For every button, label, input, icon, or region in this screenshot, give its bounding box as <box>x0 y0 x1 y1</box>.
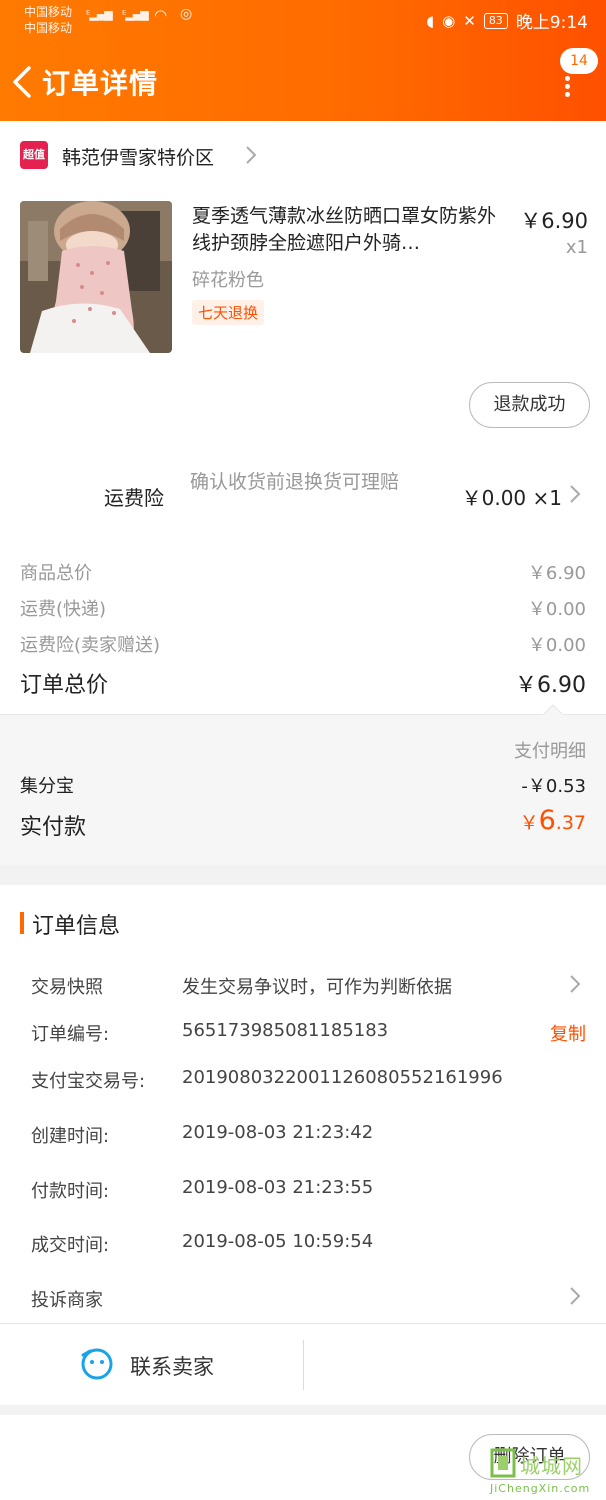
shipping-insurance-row: 运费险(卖家赠送) ￥0.00 <box>20 631 586 657</box>
chevron-right-icon <box>246 146 257 164</box>
insurance-price: ￥0.00 ×1 <box>461 486 562 510</box>
carrier-2: 中国移动 <box>24 21 73 35</box>
goods-total-row: 商品总价 ￥6.90 <box>20 559 586 585</box>
alipay-label: 支付宝交易号: <box>31 1071 146 1092</box>
order-number-value: 565173985081185183 <box>182 1020 389 1041</box>
complain-label: 投诉商家 <box>31 1290 103 1311</box>
section-accent-bar <box>20 912 24 934</box>
goods-total-value: ￥6.90 <box>527 563 586 584</box>
snapshot-value: 发生交易争议时，可作为判断依据 <box>182 977 452 998</box>
order-total-value: ￥6.90 <box>515 673 586 698</box>
shipping-row: 运费(快递) ￥0.00 <box>20 595 586 621</box>
eye-icon: ◉ <box>442 11 456 30</box>
wifi-icon: ◠ <box>154 6 167 24</box>
shop-logo: 超值 <box>20 141 48 169</box>
snapshot-label: 交易快照 <box>31 977 103 998</box>
insurance-desc: 确认收货前退换货可理赔 <box>190 471 400 493</box>
deal-time-label: 成交时间: <box>31 1235 110 1256</box>
back-arrow-icon[interactable] <box>10 62 34 102</box>
jifenbao-row: 集分宝 -￥0.53 <box>20 772 586 798</box>
signal-icon-2: ᴱ▂▄▆ <box>122 8 149 21</box>
paid-amount: ￥6.37 <box>520 805 586 836</box>
section-divider <box>0 1405 606 1415</box>
payment-detail-label: 支付明细 <box>514 741 586 762</box>
insurance-label: 运费险 <box>104 486 164 510</box>
paid-time-label: 付款时间: <box>31 1181 110 1202</box>
jifenbao-value: -￥0.53 <box>521 776 586 797</box>
jifenbao-label: 集分宝 <box>20 776 74 797</box>
shipping-label: 运费(快递) <box>20 599 107 620</box>
caret-up-icon <box>543 704 563 715</box>
headphone-icon: ◖ <box>426 11 435 30</box>
message-count-badge[interactable]: 14 <box>560 48 598 74</box>
seven-day-return-tag: 七天退换 <box>192 300 265 325</box>
deal-time-value: 2019-08-05 10:59:54 <box>182 1231 374 1252</box>
sync-icon: ◎ <box>180 6 192 22</box>
watermark-logo-icon <box>490 1448 516 1478</box>
more-menu-icon[interactable] <box>562 74 572 98</box>
alipay-value: 2019080322001126080552161996 <box>182 1067 503 1088</box>
order-info-title: 订单信息 <box>32 914 121 939</box>
shipping-insurance-value: ￥0.00 <box>527 635 586 656</box>
order-total-row: 订单总价 ￥6.90 <box>20 667 586 699</box>
section-divider <box>0 865 606 885</box>
carrier-info: 中国移动 中国移动 <box>24 4 72 36</box>
signal-icon: ᴱ▂▄▆ <box>86 8 113 21</box>
contact-bar: 联系卖家 <box>0 1323 606 1405</box>
paid-integer: 6 <box>538 805 556 836</box>
order-total-label: 订单总价 <box>20 673 109 698</box>
paid-time-value: 2019-08-03 21:23:55 <box>182 1177 374 1198</box>
status-time: 晚上9:14 <box>515 13 588 33</box>
page-title: 订单详情 <box>42 67 159 100</box>
mute-icon: ✕ <box>463 11 476 30</box>
watermark-text: 城城网 <box>520 1454 583 1478</box>
status-bar: 中国移动 中国移动 ᴱ▂▄▆ ᴱ▂▄▆ ◠ ◎ ◖ ◉ ✕ 83 晚上9:14 <box>0 0 606 40</box>
product-quantity: x1 <box>565 237 588 258</box>
shop-name[interactable]: 韩范伊雪家特价区 <box>62 143 214 170</box>
product-image[interactable] <box>20 201 172 353</box>
shop-row[interactable]: 超值 韩范伊雪家特价区 <box>0 121 606 187</box>
chat-face-icon[interactable] <box>80 1347 114 1381</box>
vertical-divider <box>303 1340 304 1390</box>
shipping-value: ￥0.00 <box>527 599 586 620</box>
shipping-insurance-label: 运费险(卖家赠送) <box>20 635 161 656</box>
refund-status-button[interactable]: 退款成功 <box>469 382 590 428</box>
paid-currency: ￥ <box>519 812 539 834</box>
product-price: ￥6.90 <box>520 209 588 233</box>
chevron-right-icon[interactable] <box>568 1286 582 1306</box>
goods-total-label: 商品总价 <box>20 563 92 584</box>
copy-button[interactable]: 复制 <box>550 1020 586 1046</box>
created-time-label: 创建时间: <box>31 1126 110 1147</box>
watermark: 城城网 JiChengXin.com <box>490 1448 602 1498</box>
order-number-label: 订单编号: <box>31 1024 110 1045</box>
payment-detail-box: 支付明细 集分宝 -￥0.53 实付款 ￥6.37 <box>0 714 606 865</box>
product-name[interactable]: 夏季透气薄款冰丝防晒口罩女防紫外线护颈脖全脸遮阳户外骑… <box>192 203 512 257</box>
chevron-right-icon[interactable] <box>568 974 582 994</box>
paid-label: 实付款 <box>20 815 87 840</box>
app-header: 中国移动 中国移动 ᴱ▂▄▆ ᴱ▂▄▆ ◠ ◎ ◖ ◉ ✕ 83 晚上9:14 … <box>0 0 606 121</box>
paid-row: 实付款 ￥6.37 <box>20 805 586 841</box>
battery-icon: 83 <box>483 12 508 29</box>
chevron-right-icon[interactable] <box>568 484 582 504</box>
paid-decimal: .37 <box>555 812 586 834</box>
watermark-subtext: JiChengXin.com <box>490 1482 591 1495</box>
product-spec: 碎花粉色 <box>192 270 264 291</box>
created-time-value: 2019-08-03 21:23:42 <box>182 1122 374 1143</box>
contact-seller-button[interactable]: 联系卖家 <box>130 1351 214 1381</box>
carrier-1: 中国移动 <box>24 5 73 19</box>
